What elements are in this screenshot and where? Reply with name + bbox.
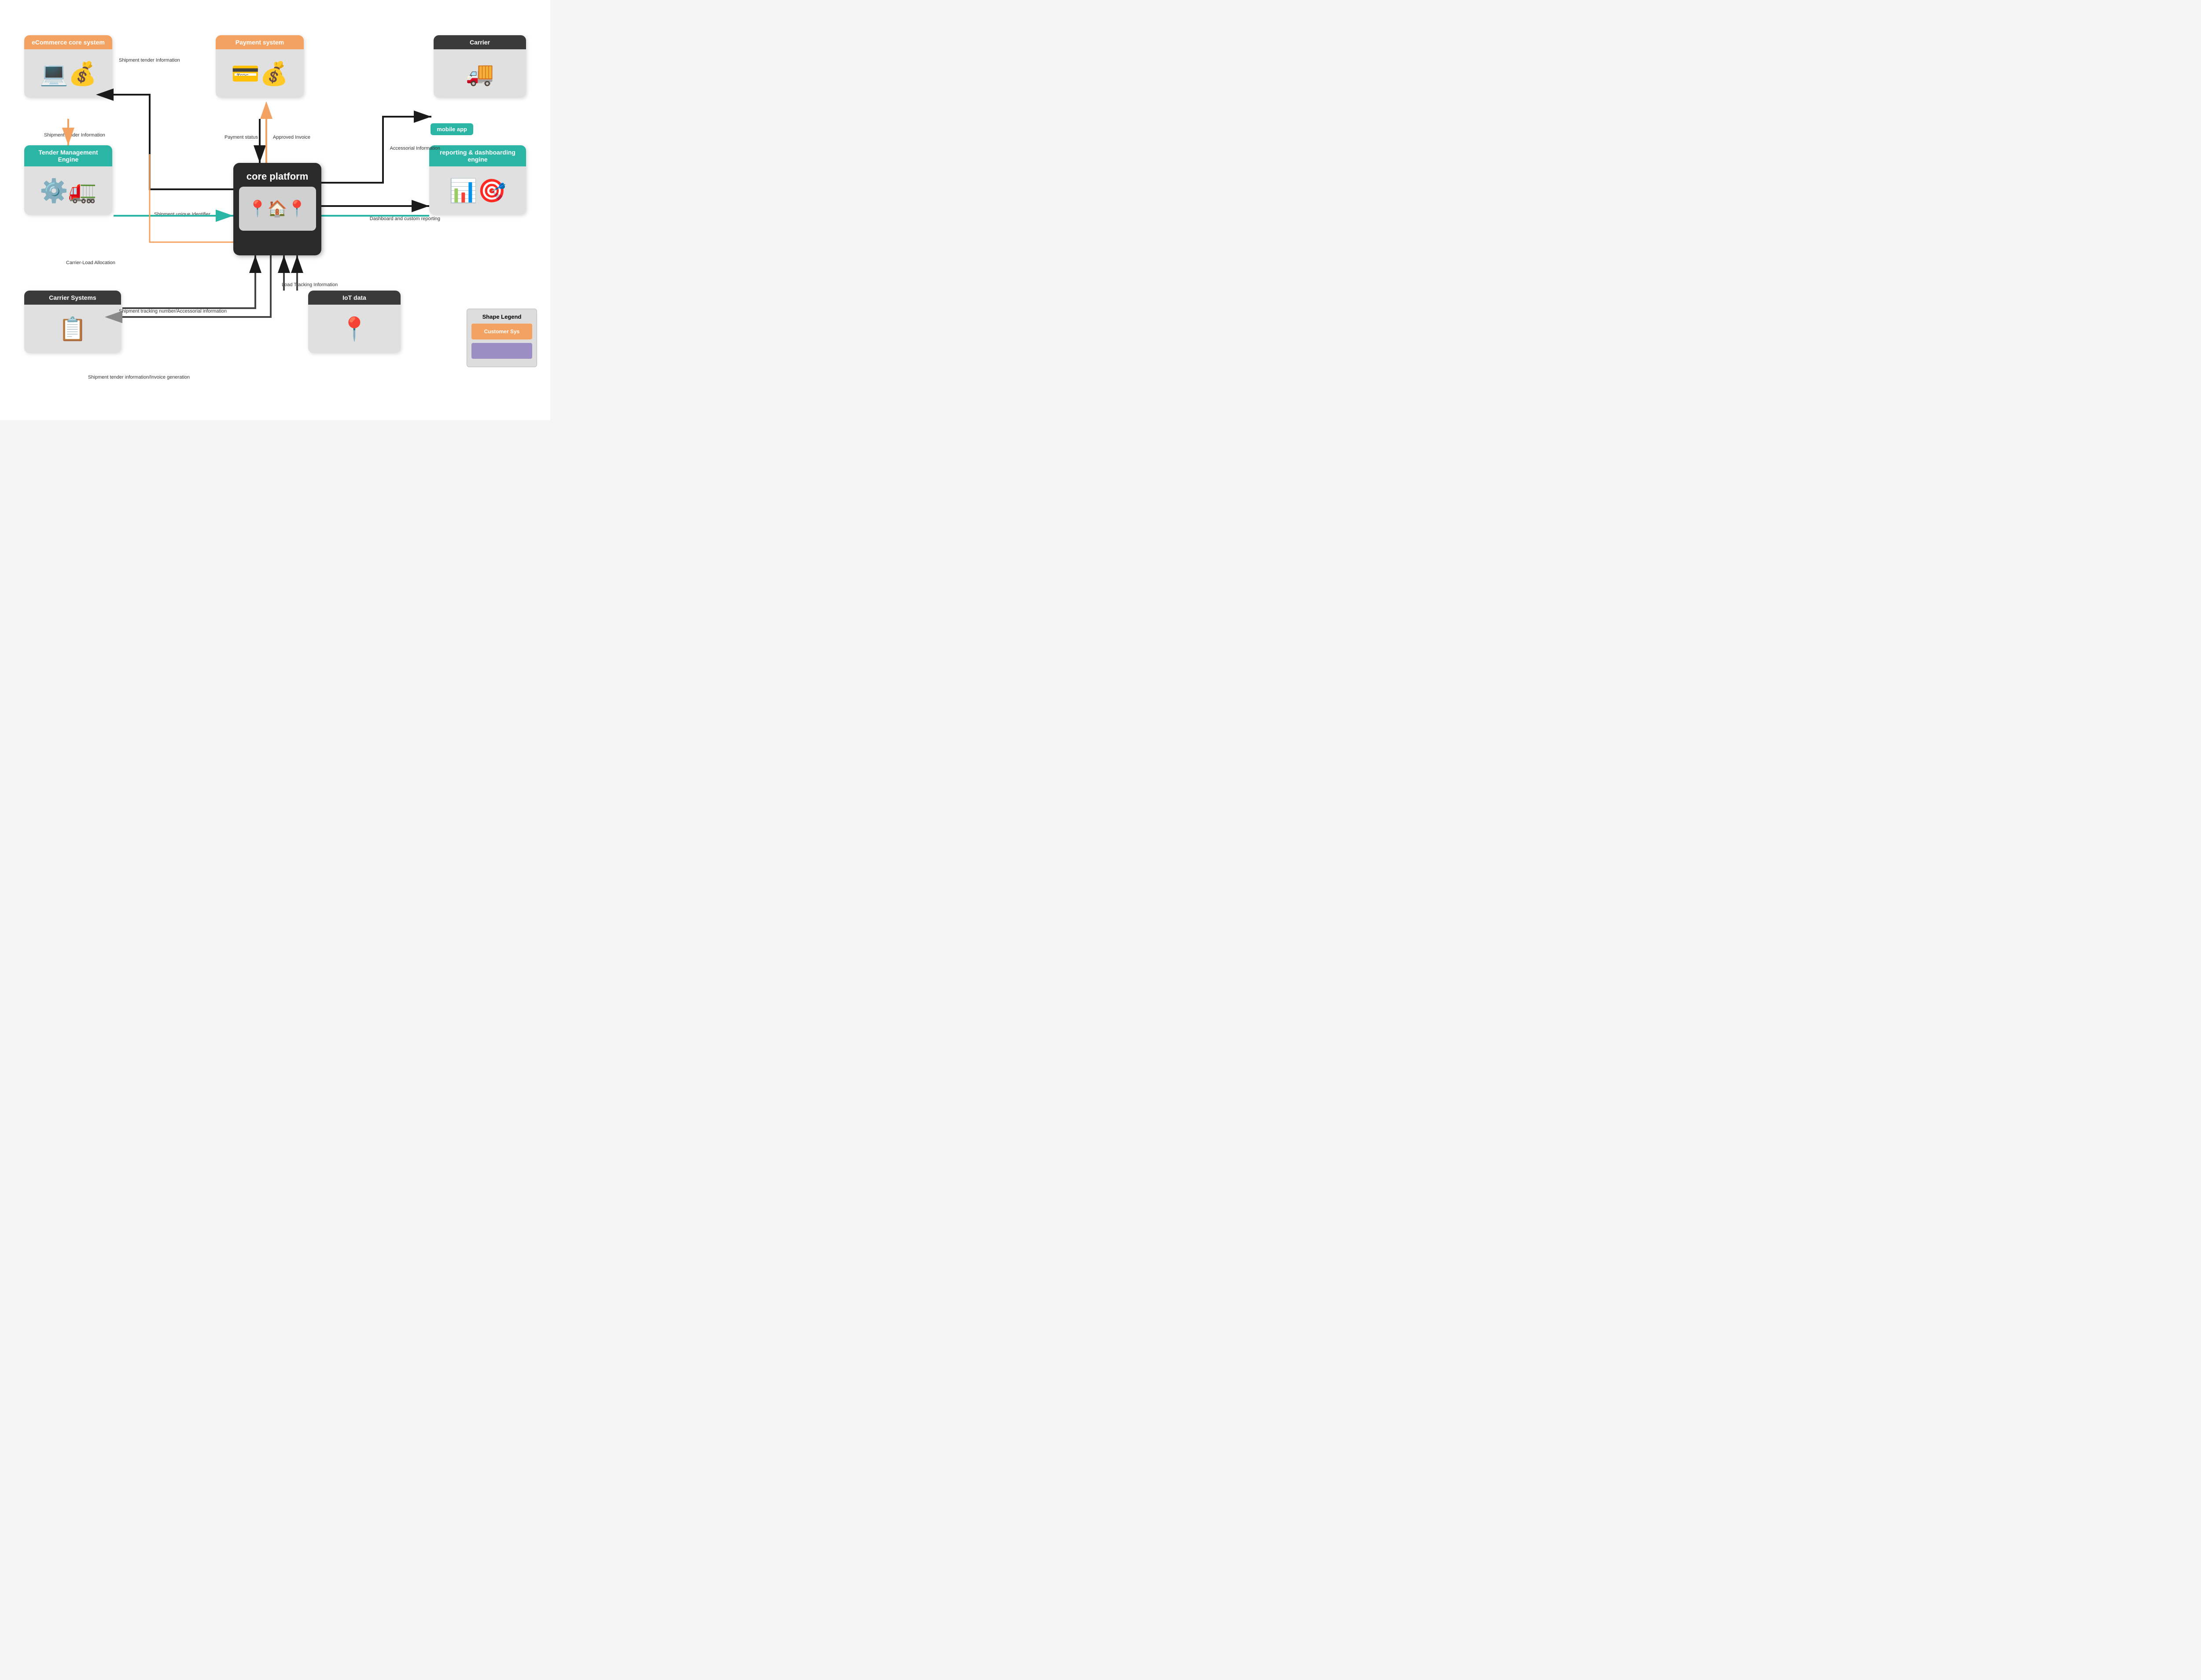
- iot-title: IoT data: [342, 294, 366, 301]
- approved-invoice-label: Approved Invoice: [273, 134, 310, 140]
- shipment-tender-info-label-left: Shipment tender Information: [44, 132, 105, 138]
- shape-legend: Shape Legend Customer Sys: [467, 309, 537, 367]
- iot-node: IoT data 📍: [308, 291, 401, 353]
- legend-item-customer-sys: Customer Sys: [471, 324, 532, 339]
- payment-header: Payment system: [216, 35, 304, 49]
- payment-status-label: Payment status: [225, 134, 258, 140]
- payment-node: Payment system 💳💰: [216, 35, 304, 98]
- iot-body: 📍: [308, 305, 401, 353]
- iot-header: IoT data: [308, 291, 401, 305]
- carrier-node: Carrier 🚚: [434, 35, 526, 98]
- carrier-systems-title: Carrier Systems: [49, 294, 96, 301]
- legend-title: Shape Legend: [471, 313, 532, 320]
- carrier-title: Carrier: [470, 39, 490, 46]
- core-platform-icon: 📍🏠📍: [239, 187, 316, 231]
- payment-body: 💳💰: [216, 49, 304, 98]
- shipment-tender-invoice-label: Shipment tender information/Invoice gene…: [88, 374, 190, 380]
- ecommerce-title: eCommerce core system: [32, 39, 105, 46]
- carrier-header: Carrier: [434, 35, 526, 49]
- carrier-systems-node: Carrier Systems 📋: [24, 291, 121, 353]
- tender-node: Tender Management Engine ⚙️🚛: [24, 145, 112, 215]
- mobile-app-label: mobile app: [437, 126, 467, 133]
- reporting-header: reporting & dashboarding engine: [429, 145, 526, 166]
- ecommerce-body: 💻💰: [24, 49, 112, 98]
- core-platform-title: core platform: [242, 163, 313, 187]
- dashboard-reporting-label: Dashboard and custom reporting: [370, 216, 440, 222]
- tender-title: Tender Management Engine: [38, 149, 98, 163]
- shipment-tender-info-label-top: Shipment tender Information: [119, 57, 180, 63]
- tender-body: ⚙️🚛: [24, 166, 112, 215]
- carrier-load-label: Carrier-Load Allocation: [66, 260, 115, 266]
- ecommerce-node: eCommerce core system 💻💰: [24, 35, 112, 98]
- diagram-container: eCommerce core system 💻💰 Payment system …: [0, 0, 550, 420]
- carrier-systems-body: 📋: [24, 305, 121, 353]
- ecommerce-header: eCommerce core system: [24, 35, 112, 49]
- tender-header: Tender Management Engine: [24, 145, 112, 166]
- reporting-node: reporting & dashboarding engine 📊🎯: [429, 145, 526, 215]
- reporting-title: reporting & dashboarding engine: [440, 149, 515, 163]
- legend-customer-sys-label: Customer Sys: [484, 328, 520, 335]
- payment-title: Payment system: [236, 39, 284, 46]
- core-platform-node: core platform 📍🏠📍: [233, 163, 321, 255]
- shipment-tracking-label: Shipment tracking number/Accessorial inf…: [119, 308, 227, 314]
- legend-item-purple: [471, 343, 532, 359]
- load-tracking-label: Load Tracking Information: [282, 282, 338, 288]
- mobile-app-badge: mobile app: [431, 123, 473, 135]
- reporting-body: 📊🎯: [429, 166, 526, 215]
- carrier-systems-header: Carrier Systems: [24, 291, 121, 305]
- carrier-body: 🚚: [434, 49, 526, 98]
- shipment-unique-id-label: Shipment unique Identifier: [154, 211, 210, 217]
- accessorial-info-label: Accessorial Information: [390, 145, 440, 151]
